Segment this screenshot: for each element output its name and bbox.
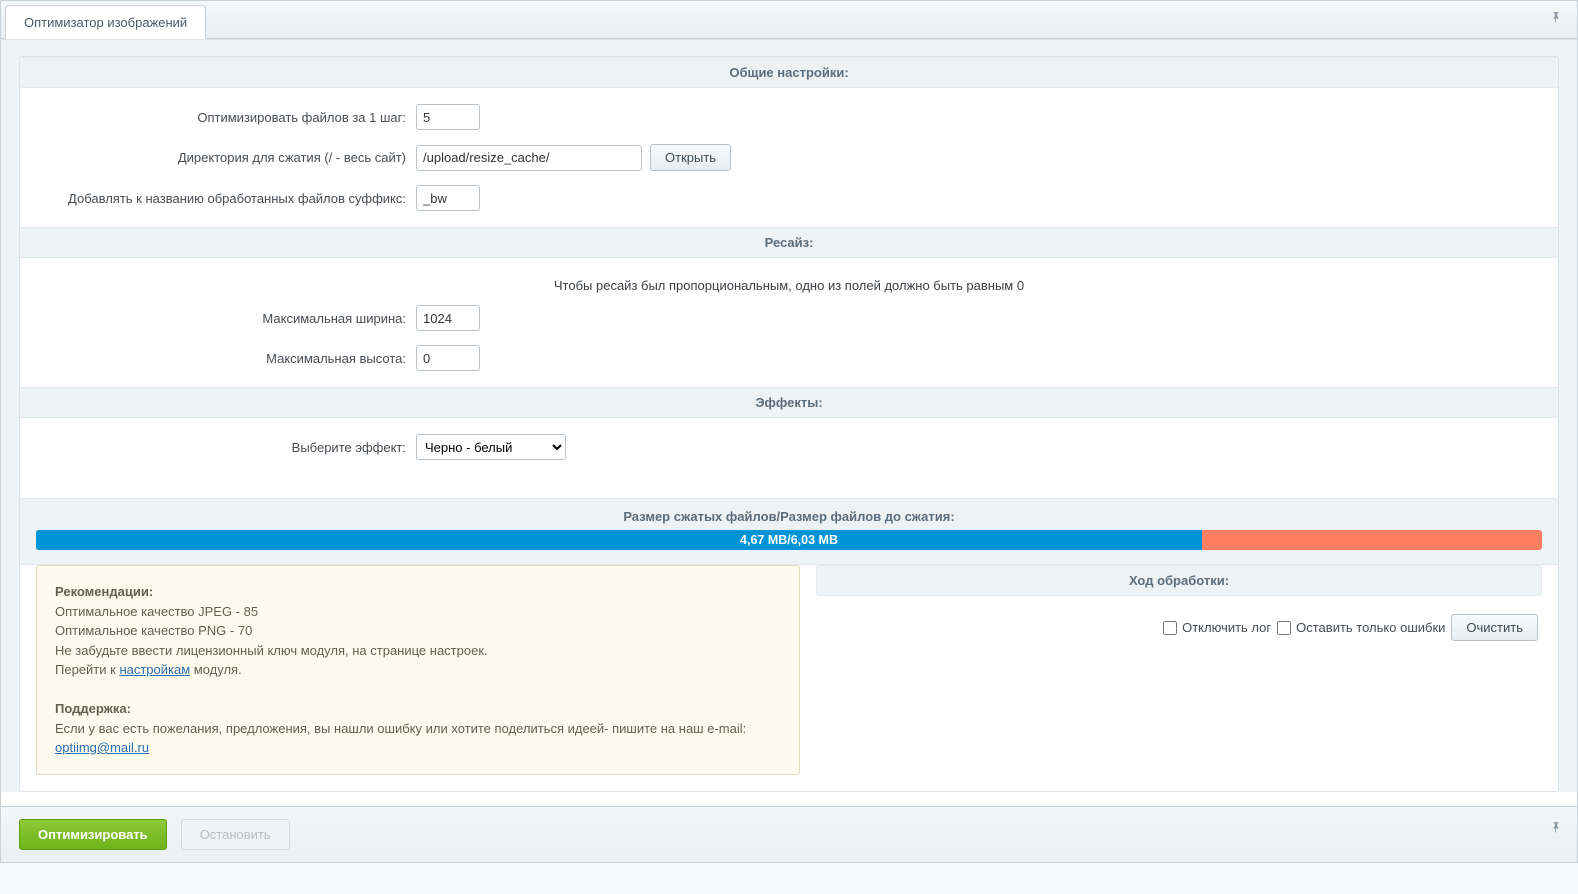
input-suffix[interactable] (416, 185, 480, 211)
log-controls: Отключить лог Оставить только ошибки Очи… (816, 596, 1542, 641)
input-max-height[interactable] (416, 345, 480, 371)
progress-block: Размер сжатых файлов/Размер файлов до сж… (20, 498, 1558, 565)
stop-button: Остановить (181, 819, 290, 850)
input-directory[interactable] (416, 145, 642, 171)
main-panel: Общие настройки: Оптимизировать файлов з… (19, 56, 1559, 792)
section-header-effects: Эффекты: (20, 387, 1558, 418)
section-title: Ресайз: (765, 235, 814, 250)
footer-pin-icon[interactable] (1549, 821, 1563, 839)
row-max-height: Максимальная высота: (36, 345, 1542, 371)
disable-log-label: Отключить лог (1182, 620, 1271, 635)
optimize-button[interactable]: Оптимизировать (19, 819, 167, 850)
label-max-width: Максимальная ширина: (36, 311, 416, 326)
resize-note: Чтобы ресайз был пропорциональным, одно … (36, 274, 1542, 305)
clear-log-button[interactable]: Очистить (1451, 614, 1538, 641)
select-effect[interactable]: Черно - белый (416, 434, 566, 460)
support-email-link[interactable]: optiimg@mail.ru (55, 740, 149, 755)
row-max-width: Максимальная ширина: (36, 305, 1542, 331)
rec-goto-prefix: Перейти к (55, 662, 119, 677)
row-effect: Выберите эффект: Черно - белый (36, 434, 1542, 460)
label-effect: Выберите эффект: (36, 440, 416, 455)
settings-link[interactable]: настройкам (119, 662, 190, 677)
checkbox-errors-only[interactable] (1277, 621, 1291, 635)
rec-png: Оптимальное качество PNG - 70 (55, 623, 252, 638)
label-directory: Директория для сжатия (/ - весь сайт) (36, 150, 416, 165)
errors-only-label: Оставить только ошибки (1296, 620, 1445, 635)
log-title: Ход обработки: (1129, 573, 1229, 588)
progress-bar: 4,67 MB/6,03 MB (36, 530, 1542, 550)
rec-jpeg: Оптимальное качество JPEG - 85 (55, 604, 258, 619)
section-title: Эффекты: (755, 395, 822, 410)
checkbox-disable-log[interactable] (1163, 621, 1177, 635)
section-body-effects: Выберите эффект: Черно - белый (20, 418, 1558, 476)
row-files-per-step: Оптимизировать файлов за 1 шаг: (36, 104, 1542, 130)
section-title: Общие настройки: (729, 65, 848, 80)
content-outer: Общие настройки: Оптимизировать файлов з… (1, 39, 1577, 792)
rec-title: Рекомендации: (55, 584, 153, 599)
rec-license: Не забудьте ввести лицензионный ключ мод… (55, 643, 488, 658)
section-header-general: Общие настройки: (20, 57, 1558, 88)
input-max-width[interactable] (416, 305, 480, 331)
label-suffix: Добавлять к названию обработанных файлов… (36, 191, 416, 206)
input-files-per-step[interactable] (416, 104, 480, 130)
bottom-columns: Рекомендации: Оптимальное качество JPEG … (20, 565, 1558, 791)
rec-goto-suffix: модуля. (190, 662, 242, 677)
tab-optimizer[interactable]: Оптимизатор изображений (5, 5, 206, 39)
progress-title: Размер сжатых файлов/Размер файлов до сж… (20, 509, 1558, 530)
tab-bar: Оптимизатор изображений (1, 1, 1577, 39)
row-suffix: Добавлять к названию обработанных файлов… (36, 185, 1542, 211)
progress-bar-text: 4,67 MB/6,03 MB (36, 530, 1542, 550)
support-title: Поддержка: (55, 701, 131, 716)
row-directory: Директория для сжатия (/ - весь сайт) От… (36, 144, 1542, 171)
label-max-height: Максимальная высота: (36, 351, 416, 366)
footer-bar: Оптимизировать Остановить (1, 806, 1577, 862)
label-files-per-step: Оптимизировать файлов за 1 шаг: (36, 110, 416, 125)
checkbox-disable-log-wrap[interactable]: Отключить лог (1163, 620, 1271, 635)
recommendations-box: Рекомендации: Оптимальное качество JPEG … (36, 565, 800, 775)
log-column: Ход обработки: Отключить лог Оставить то… (816, 565, 1542, 775)
checkbox-errors-only-wrap[interactable]: Оставить только ошибки (1277, 620, 1445, 635)
support-line: Если у вас есть пожелания, предложения, … (55, 721, 746, 736)
section-body-resize: Чтобы ресайз был пропорциональным, одно … (20, 258, 1558, 387)
section-body-general: Оптимизировать файлов за 1 шаг: Директор… (20, 88, 1558, 227)
section-header-resize: Ресайз: (20, 227, 1558, 258)
tab-label: Оптимизатор изображений (24, 15, 187, 30)
log-header: Ход обработки: (816, 565, 1542, 596)
app-frame: Оптимизатор изображений Общие настройки:… (0, 0, 1578, 863)
open-button[interactable]: Открыть (650, 144, 731, 171)
pin-icon[interactable] (1549, 11, 1563, 29)
